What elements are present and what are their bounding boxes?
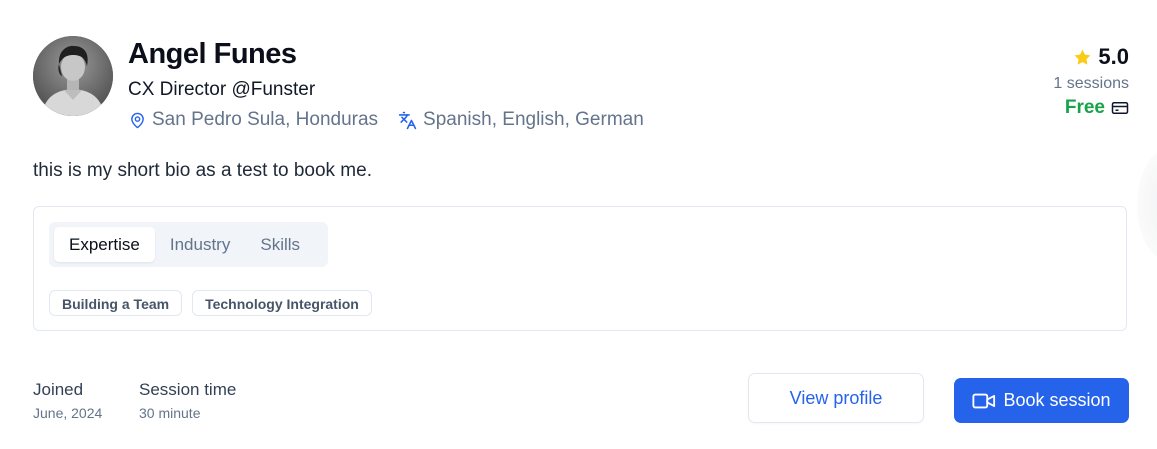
book-session-button[interactable]: Book session [954,378,1129,423]
book-session-label: Book session [1003,390,1111,410]
credit-card-icon [1111,102,1129,114]
tag-chips: Building a Team Technology Integration [49,290,382,316]
profile-name: Angel Funes [128,38,297,70]
bio: this is my short bio as a test to book m… [33,160,372,181]
rating-value: 5.0 [1098,44,1129,69]
sessions-count: 1 sessions [1053,75,1129,92]
session-time-info: Session time 30 minute [139,380,236,421]
map-pin-icon [131,112,144,128]
tags-card: Expertise Industry Skills Building a Tea… [33,206,1127,331]
price-value: Free [1064,97,1105,118]
languages: Spanish, English, German [398,109,644,131]
session-time-value: 30 minute [139,405,201,421]
session-time-label: Session time [139,380,237,399]
video-camera-icon [972,393,996,408]
price: Free [1053,97,1129,119]
view-profile-button[interactable]: View profile [748,373,924,423]
tab-industry[interactable]: Industry [155,227,245,262]
stats-panel: 5.0 1 sessions Free [1053,44,1129,119]
joined-value: June, 2024 [33,405,103,421]
person-photo-icon [33,36,113,116]
joined-label: Joined [33,380,84,399]
profile-meta: San Pedro Sula, Honduras Spanish, Englis… [129,109,644,131]
tag-chip: Technology Integration [192,290,372,316]
rating: 5.0 [1053,44,1129,70]
page-edge-shadow [1137,150,1157,260]
star-icon [1074,49,1091,65]
translate-icon [398,111,417,129]
tab-expertise[interactable]: Expertise [54,227,155,262]
location: San Pedro Sula, Honduras [129,109,378,131]
profile-title: CX Director @Funster [128,79,316,100]
joined-info: Joined June, 2024 [33,380,102,421]
tag-tabs: Expertise Industry Skills [49,222,328,267]
tag-chip: Building a Team [49,290,183,316]
location-text: San Pedro Sula, Honduras [152,109,379,130]
tab-skills[interactable]: Skills [245,227,315,262]
languages-text: Spanish, English, German [423,109,644,130]
avatar [33,36,113,116]
